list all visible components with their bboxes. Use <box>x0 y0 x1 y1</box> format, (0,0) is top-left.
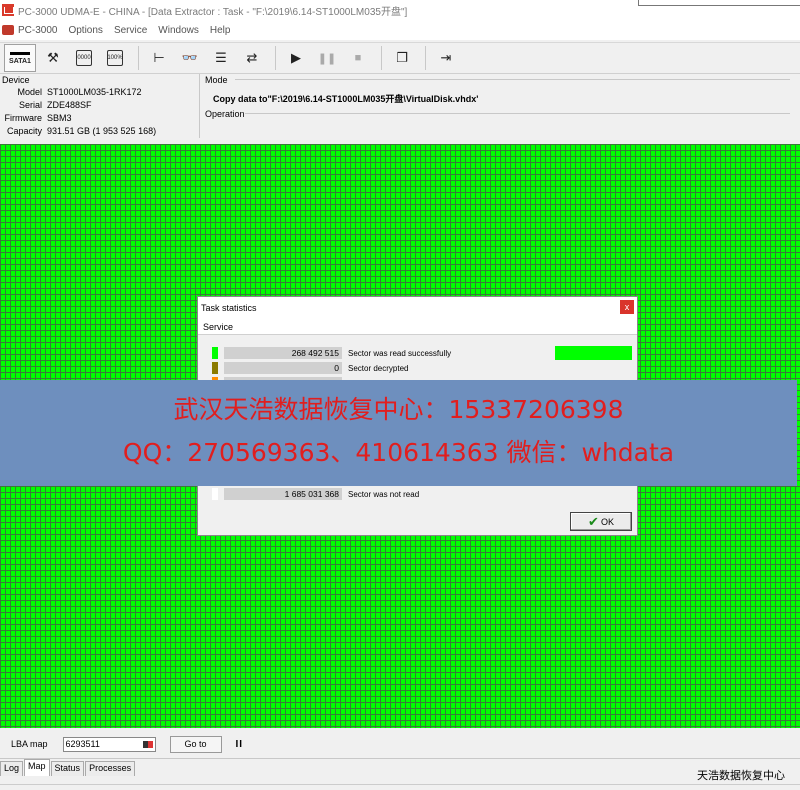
counter-button[interactable]: 0000 <box>70 44 98 72</box>
drive-icon[interactable]: ☰ <box>207 44 235 72</box>
percent-icon: 100% <box>107 50 123 66</box>
device-panel: Device Model ST1000LM035-1RK172 Serial Z… <box>0 74 200 138</box>
status-color-swatch <box>212 347 218 359</box>
ok-button[interactable]: ✔ OK <box>570 512 632 531</box>
lba-value: 6293511 <box>65 738 100 749</box>
stat-count: 268 492 515 <box>224 347 342 359</box>
stat-label: Sector decrypted <box>348 363 409 373</box>
stat-count: 0 <box>224 362 342 374</box>
status-color-swatch <box>212 488 218 500</box>
banner-im-line: QQ：270569363、410614363 微信：whdata <box>122 438 675 467</box>
banner-contact-line: 武汉天浩数据恢复中心：15337206398 <box>173 395 624 424</box>
device-serial-row: Serial ZDE488SF <box>0 100 92 110</box>
menu-pc3000[interactable]: PC-3000 <box>18 25 57 36</box>
lba-map-bar: LBA map 6293511 Go to II <box>0 730 800 758</box>
stop-icon[interactable]: ■ <box>344 44 372 72</box>
toolbar-divider <box>138 46 139 70</box>
device-field-value: ZDE488SF <box>47 100 92 110</box>
tab-status[interactable]: Status <box>50 761 85 776</box>
export-icon[interactable]: ⇄ <box>238 44 266 72</box>
device-caption: Device <box>2 75 30 85</box>
group-line <box>235 79 790 80</box>
menu-help[interactable]: Help <box>210 25 231 36</box>
app-logo-icon <box>2 4 14 16</box>
ok-label: OK <box>600 516 614 527</box>
tree-icon[interactable]: ⊢ <box>145 44 173 72</box>
tab-log[interactable]: Log <box>0 761 24 776</box>
menu-service[interactable]: Service <box>114 25 147 36</box>
status-strip <box>0 784 800 790</box>
percent-button[interactable]: 100% <box>101 44 129 72</box>
device-field-value: 931.51 GB (1 953 525 168) <box>47 126 157 136</box>
device-field-label: Firmware <box>4 113 43 123</box>
binoculars-icon[interactable]: 👓 <box>176 44 204 72</box>
device-firmware-row: Firmware SBM3 <box>0 113 72 123</box>
menu-options[interactable]: Options <box>68 25 102 36</box>
menu-bar: PC-3000 Options Service Windows Help <box>0 20 800 40</box>
app-menu-icon[interactable] <box>2 25 14 35</box>
window-title: PC-3000 UDMA-E - CHINA - [Data Extractor… <box>18 6 408 18</box>
device-field-value: SBM3 <box>47 113 72 123</box>
toolbar-divider <box>425 46 426 70</box>
counter-icon: 0000 <box>76 50 92 66</box>
play-icon[interactable]: ▶ <box>282 44 310 72</box>
tools-icon[interactable]: ⚒ <box>39 44 67 72</box>
goto-button[interactable]: Go to <box>169 735 222 753</box>
device-field-label: Serial <box>18 100 42 110</box>
pause-map-icon[interactable]: II <box>236 739 244 750</box>
stat-row: 268 492 515 Sector was read successfully <box>212 346 451 360</box>
copy-windows-icon[interactable]: ❐ <box>388 44 416 72</box>
menu-windows[interactable]: Windows <box>158 25 199 36</box>
operation-panel: Operation <box>203 108 800 138</box>
device-field-label: Capacity <box>6 126 42 136</box>
pause-icon[interactable]: ❚❚ <box>313 44 341 72</box>
stat-row: 0 Sector decrypted <box>212 361 408 375</box>
stat-label: Sector was read successfully <box>348 348 452 358</box>
checkmark-icon: ✔ <box>588 513 599 529</box>
dialog-titlebar: Task statistics x <box>198 297 637 319</box>
watermark-banner: 武汉天浩数据恢复中心：15337206398 QQ：270569363、4106… <box>0 380 797 486</box>
dialog-title: Task statistics <box>201 303 257 313</box>
success-progress-bar <box>555 346 632 360</box>
mode-caption: Mode <box>205 75 228 85</box>
title-bar-frame <box>638 0 800 6</box>
sata-port-label: SATA1 <box>9 57 31 65</box>
exit-icon[interactable]: ⇥ <box>432 44 460 72</box>
stat-count: 1 685 031 368 <box>224 488 342 500</box>
bottom-tabs: Log Map Status Processes <box>0 758 800 776</box>
mode-panel: Mode Copy data to"F:\2019\6.14-ST1000LM0… <box>203 74 800 108</box>
corner-watermark: 天浩数据恢复中心 <box>697 769 785 782</box>
group-line <box>245 113 790 114</box>
lba-label: LBA map <box>11 739 48 749</box>
dialog-service-label: Service <box>198 319 637 335</box>
device-field-label: Model <box>17 87 42 97</box>
tab-processes[interactable]: Processes <box>85 761 136 776</box>
tab-map[interactable]: Map <box>24 759 50 776</box>
stat-row: 1 685 031 368 Sector was not read <box>212 487 419 501</box>
sata-connector-icon <box>10 51 30 55</box>
lba-input[interactable]: 6293511 <box>62 736 156 752</box>
toolbar: SATA1 ⚒ 0000 100% ⊢ 👓 ☰ ⇄ ▶ ❚❚ ■ ❐ ⇥ <box>0 42 800 74</box>
sata-port-button[interactable]: SATA1 <box>4 44 36 72</box>
stat-label: Sector was not read <box>348 489 420 499</box>
device-capacity-row: Capacity 931.51 GB (1 953 525 168) <box>0 126 156 136</box>
status-color-swatch <box>212 362 218 374</box>
device-model-row: Model ST1000LM035-1RK172 <box>0 87 142 97</box>
close-icon[interactable]: x <box>620 300 634 314</box>
operation-caption: Operation <box>205 109 245 119</box>
lba-picker-icon[interactable] <box>142 740 153 748</box>
toolbar-divider <box>381 46 382 70</box>
device-field-value: ST1000LM035-1RK172 <box>47 87 142 97</box>
window-titlebar: PC-3000 UDMA-E - CHINA - [Data Extractor… <box>0 0 800 20</box>
toolbar-divider <box>275 46 276 70</box>
mode-text: Copy data to"F:\2019\6.14-ST1000LM035开盘\… <box>213 94 479 104</box>
